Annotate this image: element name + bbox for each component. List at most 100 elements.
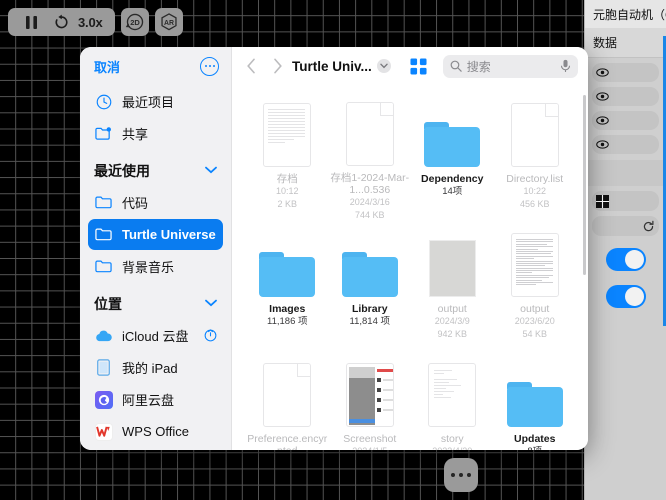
cancel-button[interactable]: 取消 <box>94 57 120 76</box>
layer-row[interactable] <box>592 111 659 130</box>
file-item[interactable]: Directory.list 10:22 456 KB <box>494 91 577 221</box>
sidebar-section-locations[interactable]: 位置 <box>88 289 223 319</box>
sidebar-item-label: 代码 <box>122 196 149 211</box>
file-name: output <box>437 303 467 315</box>
file-item[interactable]: output 2023/6/20 54 KB <box>494 221 577 351</box>
sidebar-item-recents[interactable]: 最近项目 <box>88 86 223 117</box>
grid-settings-row[interactable] <box>592 191 659 211</box>
file-name: 存档 <box>276 173 298 185</box>
document-icon <box>510 233 559 297</box>
file-meta: 2024/3/9 <box>434 316 470 326</box>
document-icon <box>345 102 394 166</box>
toggle-1[interactable] <box>605 248 646 271</box>
folder-icon <box>506 382 563 427</box>
view-ar-button[interactable]: AR <box>154 8 183 36</box>
document-icon <box>263 103 312 167</box>
screenshot-preview-icon <box>345 363 394 427</box>
sidebar-item-label: 阿里云盘 <box>122 393 175 408</box>
sidebar-item-code[interactable]: 代码 <box>88 187 223 218</box>
eye-icon <box>596 68 609 77</box>
sidebar-header: 取消 <box>80 47 231 85</box>
sidebar-item-wps-office[interactable]: WPS Office <box>88 416 223 447</box>
speed-label[interactable]: 3.0x <box>76 15 107 30</box>
file-item[interactable]: 存档1-2024-Mar-1...0.536 2024/3/16 744 KB <box>329 91 412 221</box>
file-item[interactable]: story 2023/4/30 <box>411 351 494 450</box>
sidebar-item-label: iCloud 云盘 <box>122 329 189 344</box>
folder-icon <box>424 122 481 167</box>
clock-icon <box>94 92 113 111</box>
view-2d-button[interactable]: 2D <box>120 8 149 36</box>
playback-controls: 3.0x <box>8 8 115 36</box>
sync-icon[interactable] <box>204 329 217 342</box>
file-meta: 2023/6/20 <box>514 316 555 326</box>
more-circle-icon[interactable] <box>200 56 219 76</box>
grid-icon <box>596 194 609 208</box>
app-title: 元胞自动机（CA）模拟器 <box>593 7 666 22</box>
file-item[interactable]: Preference.encyrpted <box>246 351 329 450</box>
file-item[interactable]: Library 11,814 项 <box>329 221 412 351</box>
file-thumbnail <box>341 225 398 297</box>
sidebar-section-label: 最近使用 <box>94 163 150 179</box>
pause-button[interactable] <box>16 8 46 36</box>
file-meta: 456 KB <box>519 198 550 209</box>
more-options-button[interactable] <box>444 458 478 492</box>
sidebar-item-label: 共享 <box>122 127 149 142</box>
file-name: Images <box>269 303 306 315</box>
layer-row[interactable] <box>592 135 659 154</box>
file-meta: 11,814 项 <box>349 316 391 327</box>
file-name: Directory.list <box>506 173 564 185</box>
file-picker-main: Turtle Univ... 搜索 存档 10:12 2 KB 存档1-2024… <box>232 47 588 450</box>
sidebar-item-shared[interactable]: 共享 <box>88 118 223 149</box>
file-name: 存档1-2024-Mar-1...0.536 <box>330 172 410 196</box>
chevron-right-icon[interactable] <box>264 51 290 81</box>
layer-row[interactable] <box>592 63 659 82</box>
file-item[interactable]: 存档 10:12 2 KB <box>246 91 329 221</box>
sidebar-section-recent[interactable]: 最近使用 <box>88 156 223 186</box>
chevron-left-icon[interactable] <box>238 51 264 81</box>
file-thumbnail <box>424 355 480 427</box>
file-name: Dependency <box>421 173 484 185</box>
sidebar-item-label: Turtle Universe <box>122 227 216 242</box>
sidebar-item-icloud-drive[interactable]: iCloud 云盘 <box>88 320 223 351</box>
panel-section-header: 数据 <box>585 28 666 58</box>
file-picker-dialog: 取消 最近项目 共享 最近使用 代码 Turtle Universe 背景音乐 … <box>80 47 588 450</box>
file-grid: 存档 10:12 2 KB 存档1-2024-Mar-1...0.536 202… <box>232 85 588 450</box>
sidebar-item-my-ipad[interactable]: 我的 iPad <box>88 352 223 383</box>
panel-divider <box>585 160 666 186</box>
aliyun-icon <box>94 390 113 409</box>
reset-icon[interactable] <box>46 8 76 36</box>
eye-icon <box>596 116 609 125</box>
breadcrumb-path[interactable]: Turtle Univ... <box>292 59 372 74</box>
layer-row[interactable] <box>592 87 659 106</box>
chevron-down-icon[interactable] <box>376 59 391 73</box>
file-item[interactable]: Images 11,186 项 <box>246 221 329 351</box>
file-meta: 2024/1/5 <box>352 446 387 450</box>
scrollbar[interactable] <box>583 95 586 275</box>
search-field[interactable]: 搜索 <box>442 54 578 78</box>
file-name: Preference.encyrpted <box>247 433 328 450</box>
folder-icon <box>94 193 113 212</box>
file-item[interactable]: output 2024/3/9 942 KB <box>411 221 494 351</box>
refresh-settings-row[interactable] <box>592 216 659 236</box>
file-thumbnail <box>424 95 481 167</box>
chevron-down-icon[interactable] <box>205 298 217 310</box>
file-item[interactable]: Screenshot 2024/1/5 <box>329 351 412 450</box>
file-item[interactable]: Dependency 14项 <box>411 91 494 221</box>
file-meta: 11,186 项 <box>267 316 308 327</box>
toggle-2[interactable] <box>605 285 646 308</box>
chevron-down-icon[interactable] <box>205 165 217 177</box>
eye-icon <box>596 92 609 101</box>
wps-icon <box>94 422 113 441</box>
sidebar-item-aliyun-drive[interactable]: 阿里云盘 <box>88 384 223 415</box>
file-item[interactable]: Updates 8项 <box>494 351 577 450</box>
search-placeholder: 搜索 <box>466 59 491 74</box>
sidebar-item-qqmail-hd[interactable]: QQ邮箱 HD <box>88 448 223 450</box>
sidebar-item-background-music[interactable]: 背景音乐 <box>88 251 223 282</box>
file-thumbnail <box>424 225 480 297</box>
toggle-row-2 <box>585 278 666 315</box>
file-thumbnail <box>507 225 563 297</box>
sidebar-item-turtle-universe[interactable]: Turtle Universe <box>88 219 223 250</box>
image-preview-icon <box>428 240 476 297</box>
grid-view-icon[interactable] <box>408 55 430 77</box>
file-thumbnail <box>506 355 563 427</box>
